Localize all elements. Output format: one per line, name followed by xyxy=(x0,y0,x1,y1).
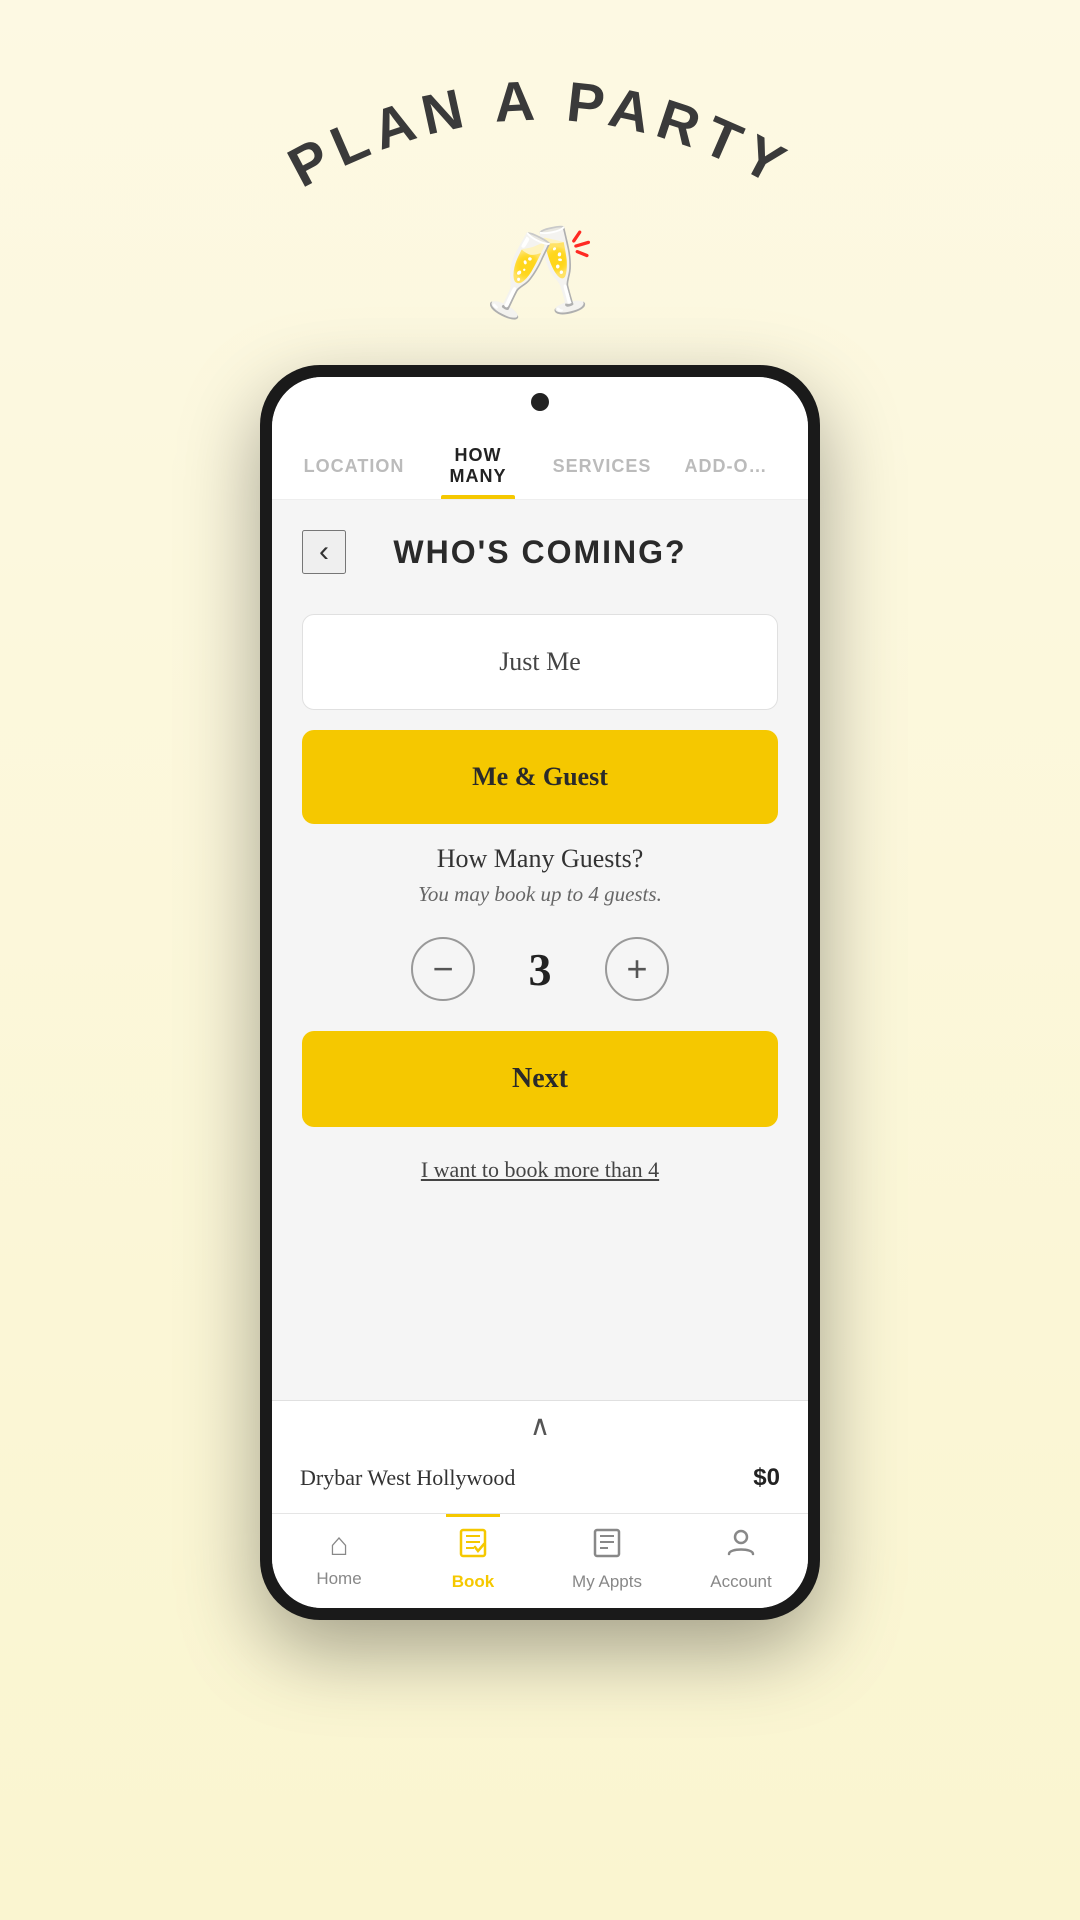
counter-row: − 3 + xyxy=(302,937,778,1001)
page-header: ‹ WHO'S COMING? xyxy=(302,530,778,574)
account-icon xyxy=(725,1526,757,1566)
tab-how-many[interactable]: HOW MANY xyxy=(416,427,540,499)
collapse-icon: ∧ xyxy=(530,1409,551,1443)
my-appts-icon xyxy=(591,1526,623,1566)
plus-icon: + xyxy=(626,951,647,987)
screen-content: ‹ WHO'S COMING? Just Me Me & Guest How M… xyxy=(272,500,808,1400)
back-chevron-icon: ‹ xyxy=(319,535,329,569)
minus-icon: − xyxy=(432,951,453,987)
price-label: $0 xyxy=(753,1464,780,1492)
nav-book-label: Book xyxy=(452,1572,495,1592)
nav-account[interactable]: Account xyxy=(674,1526,808,1592)
decrement-button[interactable]: − xyxy=(411,937,475,1001)
location-name: Drybar West Hollywood xyxy=(300,1465,515,1491)
nav-book[interactable]: Book xyxy=(406,1526,540,1592)
phone-frame: LOCATION HOW MANY SERVICES ADD-O… ‹ WHO'… xyxy=(260,365,820,1620)
plan-a-party-title: PLAN A PARTY xyxy=(270,80,810,210)
champagne-icon: 🥂 xyxy=(484,220,596,325)
just-me-button[interactable]: Just Me xyxy=(302,614,778,710)
guest-count-title: How Many Guests? xyxy=(302,844,778,874)
home-icon: ⌂ xyxy=(329,1526,348,1563)
book-icon xyxy=(457,1526,489,1566)
guest-section: How Many Guests? You may book up to 4 gu… xyxy=(302,844,778,1001)
tab-location[interactable]: LOCATION xyxy=(292,438,416,489)
collapse-handle-wrap[interactable]: ∧ xyxy=(272,1401,808,1443)
increment-button[interactable]: + xyxy=(605,937,669,1001)
nav-my-appts[interactable]: My Appts xyxy=(540,1526,674,1592)
camera-dot xyxy=(531,393,549,411)
back-button[interactable]: ‹ xyxy=(302,530,346,574)
svg-text:PLAN A PARTY: PLAN A PARTY xyxy=(278,80,802,199)
status-bar xyxy=(272,377,808,427)
page-title: WHO'S COMING? xyxy=(346,534,734,571)
tab-services[interactable]: SERVICES xyxy=(540,438,664,489)
me-and-guest-button[interactable]: Me & Guest xyxy=(302,730,778,824)
nav-home[interactable]: ⌂ Home xyxy=(272,1526,406,1592)
bottom-bar: ∧ Drybar West Hollywood $0 xyxy=(272,1400,808,1513)
phone-screen: LOCATION HOW MANY SERVICES ADD-O… ‹ WHO'… xyxy=(272,377,808,1608)
nav-home-label: Home xyxy=(316,1569,361,1589)
tab-add-ons[interactable]: ADD-O… xyxy=(664,438,788,489)
nav-bar: ⌂ Home Book xyxy=(272,1513,808,1608)
guest-count-value: 3 xyxy=(515,943,565,996)
top-section: PLAN A PARTY 🥂 xyxy=(270,0,810,325)
location-bar: Drybar West Hollywood $0 xyxy=(272,1443,808,1513)
guest-count-subtitle: You may book up to 4 guests. xyxy=(302,882,778,907)
next-button[interactable]: Next xyxy=(302,1031,778,1127)
book-more-link[interactable]: I want to book more than 4 xyxy=(302,1147,778,1193)
nav-my-appts-label: My Appts xyxy=(572,1572,642,1592)
nav-account-label: Account xyxy=(710,1572,771,1592)
tabs-bar: LOCATION HOW MANY SERVICES ADD-O… xyxy=(272,427,808,500)
